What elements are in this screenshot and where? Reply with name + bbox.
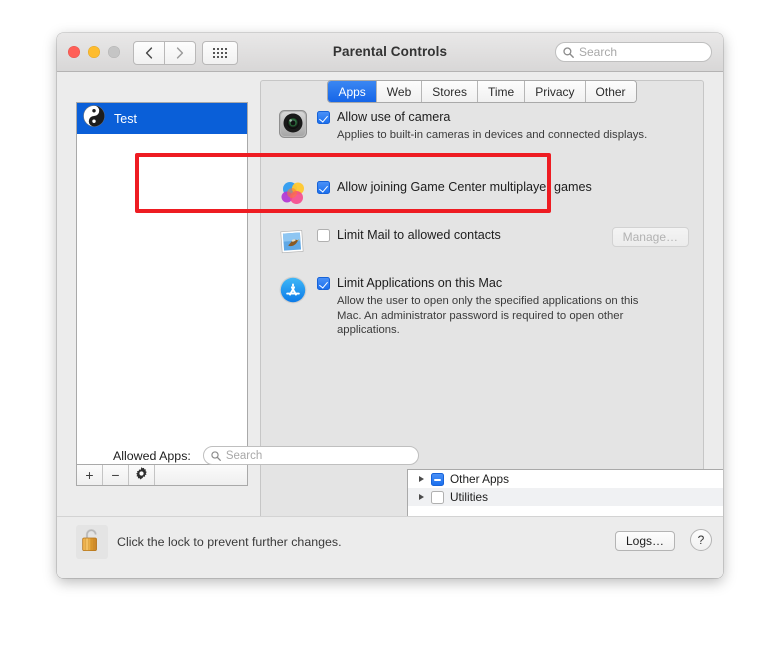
tab-time[interactable]: Time [477, 81, 526, 102]
limit-applications-label: Limit Applications on this Mac [337, 276, 503, 290]
limit-applications-checkbox[interactable] [317, 277, 330, 290]
list-item[interactable]: Utilities [408, 488, 723, 506]
lock-button[interactable] [76, 525, 108, 559]
option-content: Allow use of camera Applies to built-in … [317, 110, 703, 143]
list-item[interactable]: Other Apps [408, 470, 723, 488]
option-content: Allow joining Game Center multiplayer ga… [317, 180, 703, 194]
allowed-apps-row: Allowed Apps: [113, 446, 419, 465]
other-apps-checkbox[interactable] [431, 473, 444, 486]
option-content: Limit Applications on this Mac Allow the… [317, 276, 703, 338]
manage-button[interactable]: Manage… [611, 227, 689, 247]
allow-camera-checkbox[interactable] [317, 111, 330, 124]
app-store-icon [279, 276, 307, 309]
checkbox-line: Allow joining Game Center multiplayer ga… [317, 180, 689, 194]
allow-game-center-label: Allow joining Game Center multiplayer ga… [337, 180, 592, 194]
tab-group: Apps Web Stores Time Privacy Other [327, 80, 637, 103]
parental-controls-window: Parental Controls Search Test + − Allow … [57, 33, 723, 578]
tab-privacy[interactable]: Privacy [525, 81, 586, 102]
remove-user-button[interactable]: − [103, 465, 129, 485]
allowed-apps-search-input[interactable] [225, 449, 386, 462]
user-list[interactable]: Test [76, 102, 248, 464]
gear-icon [135, 467, 148, 483]
gear-action-button[interactable] [129, 465, 155, 485]
tab-stores[interactable]: Stores [422, 81, 478, 102]
allow-game-center-checkbox[interactable] [317, 181, 330, 194]
list-item-label: Other Apps [450, 472, 510, 486]
disclosure-triangle-icon[interactable] [419, 494, 424, 500]
sidebar-toolbar-filler [155, 465, 247, 485]
game-center-icon [279, 180, 307, 213]
option-allow-game-center: Allow joining Game Center multiplayer ga… [261, 180, 703, 204]
user-sidebar: Test + − [76, 102, 248, 486]
lock-hint-text: Click the lock to prevent further change… [117, 535, 342, 549]
allowed-apps-label: Allowed Apps: [113, 448, 191, 463]
window-body: Test + − Allow use of camera Applies to … [57, 72, 723, 578]
tab-web[interactable]: Web [376, 81, 423, 102]
mail-photo-icon [279, 228, 307, 261]
option-allow-camera: Allow use of camera Applies to built-in … [261, 110, 703, 143]
list-item-label: Utilities [450, 490, 489, 504]
option-limit-mail: Limit Mail to allowed contacts Manage… [261, 227, 703, 254]
search-icon [211, 450, 221, 461]
yin-yang-avatar-icon [83, 105, 105, 132]
camera-icon [279, 110, 307, 143]
utilities-checkbox[interactable] [431, 491, 444, 504]
checkbox-line: Limit Applications on this Mac [317, 276, 689, 290]
tab-other[interactable]: Other [585, 81, 636, 102]
help-button[interactable]: ? [690, 529, 712, 551]
search-input[interactable] [579, 45, 689, 59]
limit-applications-sublabel: Allow the user to open only the specifie… [337, 295, 639, 336]
sidebar-toolbar: + − [76, 464, 248, 486]
logs-button[interactable]: Logs… [614, 530, 675, 551]
add-user-button[interactable]: + [77, 465, 103, 485]
disclosure-triangle-icon[interactable] [419, 476, 424, 482]
option-limit-applications: Limit Applications on this Mac Allow the… [261, 276, 703, 338]
allow-camera-label: Allow use of camera [337, 110, 451, 124]
allowed-apps-search-field[interactable] [202, 446, 419, 465]
toolbar-search-field[interactable] [555, 42, 712, 62]
logs-button-wrap: Logs… [614, 530, 675, 551]
allow-camera-sublabel: Applies to built-in cameras in devices a… [337, 129, 648, 141]
sidebar-item-label: Test [114, 111, 137, 126]
limit-mail-label: Limit Mail to allowed contacts [337, 228, 501, 242]
checkbox-line: Allow use of camera [317, 110, 689, 124]
tab-apps[interactable]: Apps [328, 81, 377, 102]
tab-bar: Apps Web Stores Time Privacy Other [260, 80, 704, 103]
search-icon [563, 46, 574, 58]
limit-mail-checkbox[interactable] [317, 229, 330, 242]
sidebar-item-test[interactable]: Test [77, 103, 247, 134]
unlocked-padlock-icon [81, 527, 103, 558]
window-titlebar: Parental Controls [57, 33, 723, 72]
bottom-bar: Click the lock to prevent further change… [57, 516, 723, 578]
